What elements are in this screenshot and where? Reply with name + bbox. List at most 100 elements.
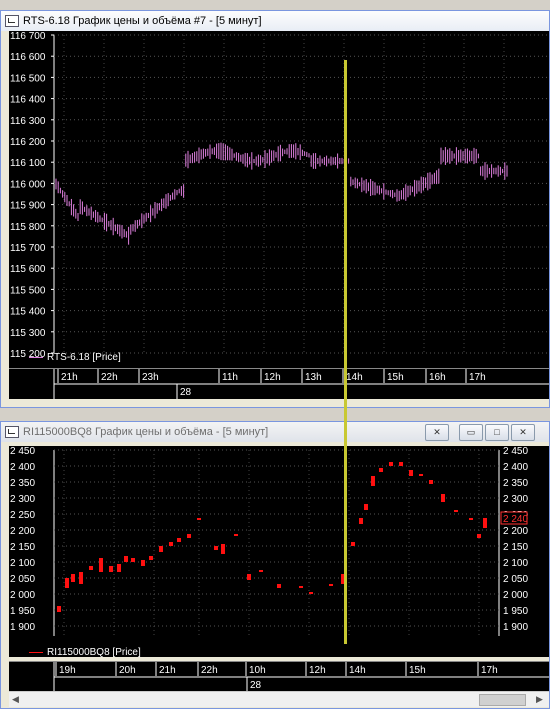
time-tick-label: 12h (264, 372, 281, 383)
option-chart-window: RI115000BQ8 График цены и объёма - [5 ми… (0, 421, 550, 709)
window-title: RI115000BQ8 График цены и объёма - [5 ми… (23, 426, 269, 438)
price-chart-area[interactable]: 116 700 116 600 116 500 116 400 116 300 116 2… (9, 31, 549, 368)
rts-chart-window: RTS-6.18 График цены и объёма #7 - [5 ми… (0, 10, 550, 408)
price-candle (169, 542, 173, 546)
price-candle (371, 476, 375, 486)
time-tick-label: 22h (101, 372, 118, 383)
time-tick-label: 21h (159, 665, 176, 676)
chart-window-icon (5, 426, 19, 438)
y-tick-label: 2 200 (10, 526, 35, 537)
time-tick-label: 20h (119, 665, 136, 676)
price-candle (399, 462, 403, 466)
y-tick-label: 116 100 (10, 158, 46, 169)
time-axis-svg: 21h 22h 23h 11h 12h 13h 14h 15h 16h 17h 28 (53, 369, 549, 399)
y-tick-label: 116 400 (10, 95, 46, 106)
day-label: 28 (180, 387, 192, 398)
window-title: RTS-6.18 График цены и объёма #7 - [5 ми… (23, 15, 262, 27)
time-tick-label: 16h (429, 372, 446, 383)
y-tick-label: 2 250 (10, 510, 35, 521)
scroll-thumb[interactable] (479, 694, 526, 706)
time-tick-label: 23h (142, 372, 159, 383)
price-candle (247, 574, 251, 580)
y-tick-label-right: 1 900 (503, 622, 528, 633)
y-tick-label: 116 700 (10, 31, 46, 42)
option-chart-area[interactable]: 2 450 2 450 2 400 2 400 2 350 2 350 2 300 2 300… (9, 446, 549, 657)
maximize-icon[interactable]: □ (485, 424, 509, 441)
y-tick-label: 115 800 (10, 222, 46, 233)
y-tick-label-right: 2 000 (503, 590, 528, 601)
price-candle (259, 570, 263, 572)
price-candle (277, 584, 281, 588)
legend-line (29, 651, 43, 653)
price-candle (89, 566, 93, 570)
y-tick-label-right: 2 450 (503, 446, 528, 457)
scroll-right-icon[interactable]: ▶ (536, 694, 543, 705)
y-tick-label: 2 000 (10, 590, 35, 601)
price-candle (131, 558, 135, 562)
price-candle (57, 606, 61, 612)
price-candle (483, 518, 487, 528)
price-candle (234, 534, 238, 536)
y-tick-label: 1 900 (10, 622, 35, 633)
price-candle (65, 578, 69, 588)
price-candle (359, 518, 363, 524)
legend-line (29, 356, 43, 358)
price-candle (329, 584, 333, 586)
price-candle (389, 462, 393, 466)
time-axis: 21h 22h 23h 11h 12h 13h 14h 15h 16h 17h 28 (9, 368, 549, 399)
horizontal-scrollbar[interactable]: ◀ ▶ (9, 691, 549, 707)
time-tick-label: 15h (387, 372, 404, 383)
y-tick-label: 2 300 (10, 494, 35, 505)
price-candle (221, 544, 225, 554)
legend-label: RI115000BQ8 [Price] (47, 647, 141, 658)
option-chart-svg[interactable]: 2 450 2 450 2 400 2 400 2 350 2 350 2 300 2 300… (9, 446, 549, 657)
price-candle (177, 538, 181, 542)
price-candle (441, 494, 445, 502)
y-tick-label-right: 2 100 (503, 558, 528, 569)
y-tick-label: 115 400 (10, 307, 46, 318)
window-titlebar[interactable]: RTS-6.18 График цены и объёма #7 - [5 ми… (1, 11, 549, 31)
price-candle (299, 586, 303, 588)
price-candle (379, 468, 383, 472)
time-tick-label: 14h (346, 372, 363, 383)
price-candle (99, 558, 103, 572)
price-candle (187, 534, 191, 538)
y-tick-label: 116 000 (10, 179, 46, 190)
price-candle (309, 592, 313, 594)
y-tick-label: 2 450 (10, 446, 35, 457)
y-tick-label: 115 600 (10, 264, 46, 275)
chart-window-icon (5, 15, 19, 27)
restore-icon[interactable]: ✕ (425, 424, 449, 441)
time-tick-label: 17h (481, 665, 498, 676)
price-candle (454, 510, 458, 512)
time-axis: 19h 20h 21h 22h 10h 12h 14h 15h 17h 28 (9, 661, 549, 692)
time-tick-label: 12h (309, 665, 326, 676)
price-candle (149, 556, 153, 560)
time-tick-label: 15h (409, 665, 426, 676)
price-chart-svg[interactable]: 116 700 116 600 116 500 116 400 116 300 116 2… (9, 31, 549, 368)
price-candle (469, 518, 473, 520)
price-candle (141, 560, 145, 566)
y-tick-label-right: 2 350 (503, 478, 528, 489)
y-tick-label-right: 2 050 (503, 574, 528, 585)
y-tick-label: 115 300 (10, 328, 46, 339)
price-candle (351, 542, 355, 546)
price-candle (429, 480, 433, 484)
price-candle (419, 474, 423, 476)
last-price-label: 2 240 (503, 514, 528, 525)
y-tick-label-right: 1 950 (503, 606, 528, 617)
y-tick-label: 1 950 (10, 606, 35, 617)
minimize-icon[interactable]: ▭ (459, 424, 483, 441)
price-candle (117, 564, 121, 572)
time-tick-label: 22h (201, 665, 218, 676)
close-icon[interactable]: ✕ (511, 424, 535, 441)
time-tick-label: 13h (305, 372, 322, 383)
time-tick-label: 19h (59, 665, 76, 676)
time-axis-svg: 19h 20h 21h 22h 10h 12h 14h 15h 17h 28 (53, 662, 549, 692)
price-candle (79, 572, 83, 584)
price-candle (477, 534, 481, 538)
scroll-left-icon[interactable]: ◀ (12, 694, 19, 705)
legend-label: RTS-6.18 [Price] (47, 352, 121, 363)
price-candle (109, 566, 113, 572)
time-tick-label: 21h (61, 372, 78, 383)
